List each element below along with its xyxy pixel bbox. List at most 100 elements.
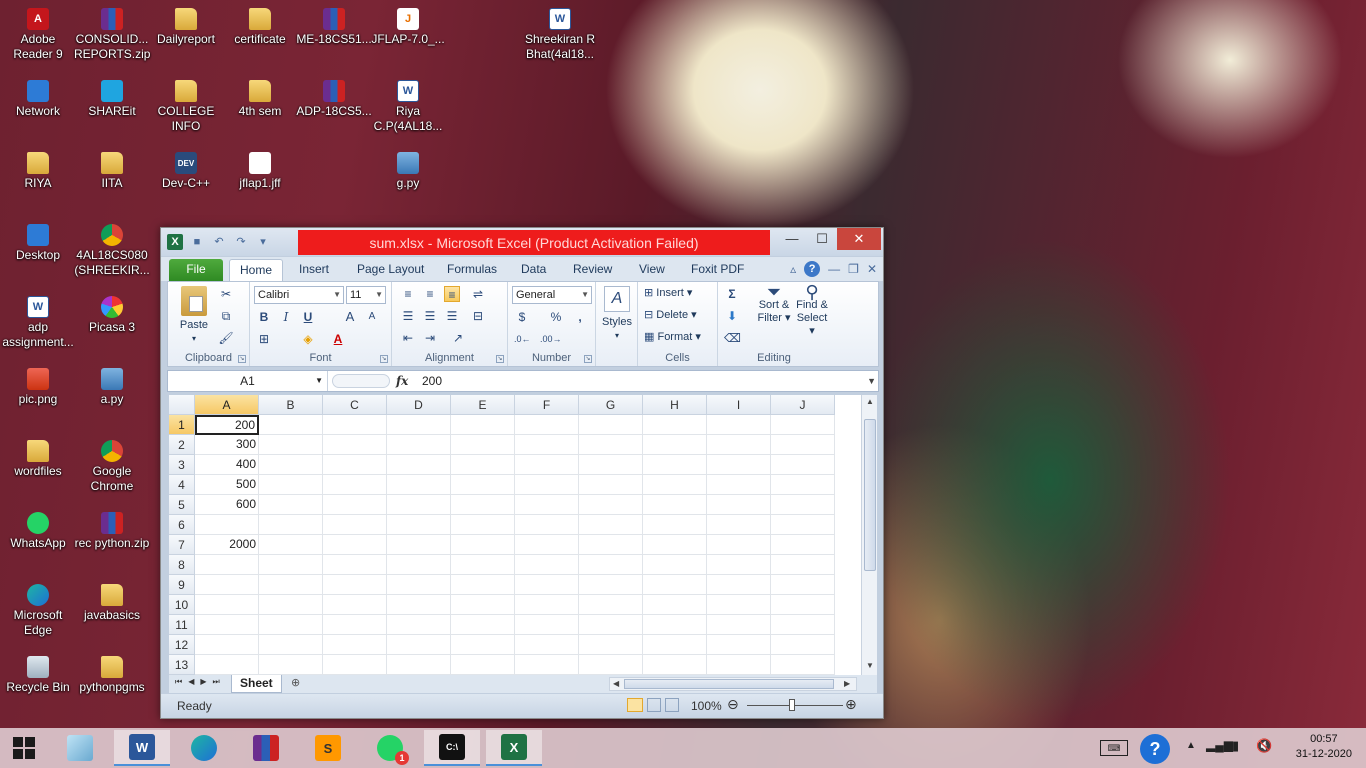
cell-f10[interactable] xyxy=(515,595,579,615)
cell-h11[interactable] xyxy=(643,615,707,635)
column-header[interactable]: H xyxy=(643,395,707,415)
close-button[interactable]: ✕ xyxy=(837,228,881,250)
delete-cells-button[interactable]: ⊟ Delete ▾ xyxy=(644,309,697,322)
normal-view-icon[interactable] xyxy=(627,698,643,712)
desktop-shortcut[interactable]: Dailyreport xyxy=(148,8,224,47)
undo-icon[interactable]: ↶ xyxy=(211,234,227,250)
taskbar-notes-app[interactable] xyxy=(52,730,108,766)
cell-a10[interactable] xyxy=(195,595,259,615)
cell-i5[interactable] xyxy=(707,495,771,515)
column-header[interactable]: I xyxy=(707,395,771,415)
cell-a7[interactable]: 2000 xyxy=(195,535,259,555)
cell-g10[interactable] xyxy=(579,595,643,615)
cell-c11[interactable] xyxy=(323,615,387,635)
desktop-shortcut[interactable]: Wadp assignment... xyxy=(0,296,76,350)
cell-j12[interactable] xyxy=(771,635,835,655)
select-all-corner[interactable] xyxy=(169,395,195,415)
start-button[interactable] xyxy=(0,730,48,766)
orientation-icon[interactable]: ↗ xyxy=(450,330,466,346)
cell-h10[interactable] xyxy=(643,595,707,615)
zoom-slider-thumb[interactable] xyxy=(789,699,795,711)
cell-e1[interactable] xyxy=(451,415,515,435)
cell-d4[interactable] xyxy=(387,475,451,495)
formula-input[interactable]: 200 xyxy=(422,371,442,391)
font-name-combo[interactable]: Calibri ▼ xyxy=(254,286,344,304)
borders-icon[interactable]: ⊞ xyxy=(256,331,272,347)
row-header[interactable]: 4 xyxy=(169,475,195,495)
zoom-in-icon[interactable]: ⊕ xyxy=(845,696,857,713)
help-tips-icon[interactable]: ? xyxy=(1140,734,1170,764)
keyboard-icon[interactable]: ⌨ xyxy=(1100,740,1128,756)
align-left-icon[interactable]: ☰ xyxy=(400,308,416,324)
clear-icon[interactable]: ⌫ xyxy=(724,330,741,346)
cell-d10[interactable] xyxy=(387,595,451,615)
cell-f4[interactable] xyxy=(515,475,579,495)
taskbar-word[interactable]: W xyxy=(114,730,170,766)
cell-g12[interactable] xyxy=(579,635,643,655)
desktop-shortcut[interactable]: 4th sem xyxy=(222,80,298,119)
increase-decimal-icon[interactable]: .0← xyxy=(514,331,531,347)
cell-i13[interactable] xyxy=(707,655,771,675)
desktop-shortcut[interactable]: ME-18CS51... xyxy=(296,8,372,47)
column-header[interactable]: G xyxy=(579,395,643,415)
shrink-font-button[interactable]: A xyxy=(364,309,380,325)
cell-h9[interactable] xyxy=(643,575,707,595)
format-painter-icon[interactable]: 🖌 xyxy=(218,330,234,346)
cell-i2[interactable] xyxy=(707,435,771,455)
minimize-button[interactable]: — xyxy=(777,228,807,250)
cell-d6[interactable] xyxy=(387,515,451,535)
cell-j1[interactable] xyxy=(771,415,835,435)
cell-j7[interactable] xyxy=(771,535,835,555)
cell-e3[interactable] xyxy=(451,455,515,475)
network-signal-icon[interactable]: ▂▄▆ xyxy=(1206,738,1233,752)
cell-e9[interactable] xyxy=(451,575,515,595)
cell-d11[interactable] xyxy=(387,615,451,635)
taskbar-cmd[interactable]: C:\ xyxy=(424,730,480,766)
desktop-shortcut[interactable]: RIYA xyxy=(0,152,76,191)
copy-icon[interactable]: ⧉ xyxy=(218,308,234,324)
cell-g5[interactable] xyxy=(579,495,643,515)
tab-review[interactable]: Review xyxy=(563,259,622,281)
fill-color-icon[interactable]: ◈ xyxy=(300,331,316,347)
format-cells-button[interactable]: ▦ Format ▾ xyxy=(644,331,701,344)
insert-cells-button[interactable]: ⊞ Insert ▾ xyxy=(644,287,692,300)
row-header[interactable]: 9 xyxy=(169,575,195,595)
cell-g1[interactable] xyxy=(579,415,643,435)
desktop-shortcut[interactable]: g.py xyxy=(370,152,446,191)
cell-d2[interactable] xyxy=(387,435,451,455)
tab-page-layout[interactable]: Page Layout xyxy=(347,259,434,281)
cell-h12[interactable] xyxy=(643,635,707,655)
cell-c10[interactable] xyxy=(323,595,387,615)
taskbar-winrar[interactable] xyxy=(238,730,294,766)
row-header[interactable]: 6 xyxy=(169,515,195,535)
number-format-combo[interactable]: General ▼ xyxy=(512,286,592,304)
cell-a12[interactable] xyxy=(195,635,259,655)
row-header[interactable]: 1 xyxy=(169,415,195,435)
cell-h3[interactable] xyxy=(643,455,707,475)
desktop-shortcut[interactable]: a.py xyxy=(74,368,150,407)
cell-i3[interactable] xyxy=(707,455,771,475)
cell-i9[interactable] xyxy=(707,575,771,595)
cell-b7[interactable] xyxy=(259,535,323,555)
cell-a6[interactable] xyxy=(195,515,259,535)
desktop-shortcut[interactable]: IITA xyxy=(74,152,150,191)
column-header[interactable]: E xyxy=(451,395,515,415)
cell-f5[interactable] xyxy=(515,495,579,515)
cell-b9[interactable] xyxy=(259,575,323,595)
wrap-text-icon[interactable]: ⇌ xyxy=(470,286,486,302)
desktop-shortcut[interactable]: Google Chrome xyxy=(74,440,150,494)
cell-a1[interactable]: 200 xyxy=(195,415,259,435)
cell-b11[interactable] xyxy=(259,615,323,635)
volume-muted-icon[interactable]: 🔇 xyxy=(1256,738,1272,754)
cell-j9[interactable] xyxy=(771,575,835,595)
accounting-format-icon[interactable]: $ xyxy=(514,309,530,325)
cell-i4[interactable] xyxy=(707,475,771,495)
cell-f11[interactable] xyxy=(515,615,579,635)
zoom-level[interactable]: 100% xyxy=(691,699,722,713)
column-header[interactable]: J xyxy=(771,395,835,415)
cell-e4[interactable] xyxy=(451,475,515,495)
row-header[interactable]: 3 xyxy=(169,455,195,475)
cell-f3[interactable] xyxy=(515,455,579,475)
desktop-shortcut[interactable]: certificate xyxy=(222,8,298,47)
align-right-icon[interactable]: ☰ xyxy=(444,308,460,324)
